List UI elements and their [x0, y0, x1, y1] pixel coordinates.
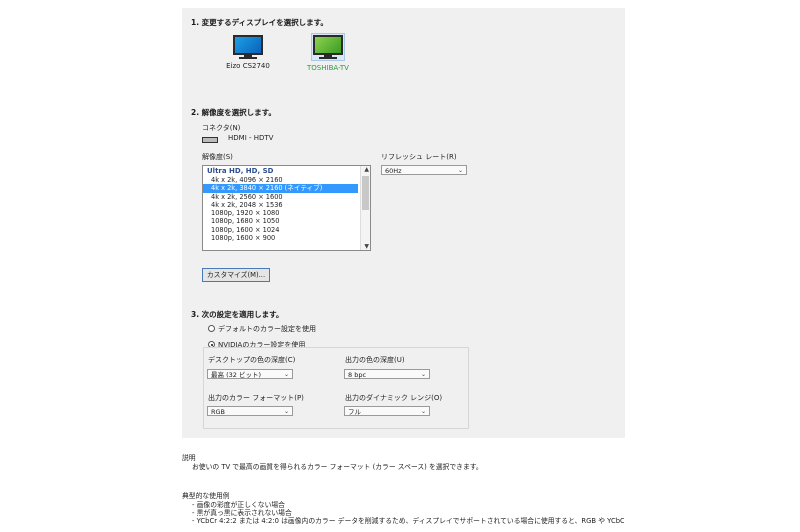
- customize-button[interactable]: カスタマイズ(M)...: [202, 268, 270, 282]
- resolution-option[interactable]: 1080p, 1600 × 900: [203, 234, 370, 242]
- output-format-select[interactable]: RGB ⌄: [207, 406, 293, 416]
- section2-heading: 2. 解像度を選択します。: [191, 108, 276, 117]
- chevron-down-icon: ⌄: [420, 371, 426, 378]
- resolution-group-header: Ultra HD, HD, SD: [207, 167, 274, 175]
- refresh-rate-select[interactable]: 60Hz ⌄: [381, 165, 467, 175]
- output-range-value: フル: [348, 408, 361, 416]
- usage-item: - YCbCr 4:2:2 または 4:2:0 は画像内のカラー データを削減す…: [192, 517, 624, 525]
- resolution-option[interactable]: 1080p, 1680 × 1050: [203, 217, 370, 225]
- output-range-select[interactable]: フル ⌄: [344, 406, 430, 416]
- resolution-option[interactable]: 1080p, 1920 × 1080: [203, 209, 370, 217]
- radio-default-color[interactable]: [208, 325, 215, 332]
- description-text: お使いの TV で最高の画質を得られるカラー フォーマット (カラー スペース)…: [192, 463, 483, 471]
- scroll-up-icon[interactable]: ▲: [364, 166, 369, 173]
- section1-heading: 1. 変更するディスプレイを選択します。: [191, 18, 328, 27]
- output-depth-select[interactable]: 8 bpc ⌄: [344, 369, 430, 379]
- desktop-depth-value: 最高 (32 ビット): [211, 371, 261, 379]
- resolution-option-selected[interactable]: 4k x 2k, 3840 × 2160 (ネイティブ): [203, 184, 358, 193]
- refresh-rate-value: 60Hz: [385, 167, 402, 175]
- section3-heading: 3. 次の設定を適用します。: [191, 310, 284, 319]
- refresh-rate-label: リフレッシュ レート(R): [381, 153, 457, 161]
- chevron-down-icon: ⌄: [283, 408, 289, 415]
- resolution-option[interactable]: 4k x 2k, 2048 × 1536: [203, 201, 370, 209]
- desktop-depth-label: デスクトップの色の深度(C): [208, 356, 296, 364]
- monitor-label: TOSHIBA-TV: [307, 64, 349, 72]
- hdmi-connector-icon: [202, 137, 218, 143]
- output-range-label: 出力のダイナミック レンジ(O): [345, 394, 443, 402]
- scrollbar-thumb[interactable]: [362, 176, 369, 210]
- connector-label: コネクタ(N): [202, 124, 241, 132]
- monitor-eizo[interactable]: Eizo CS2740: [213, 35, 283, 70]
- output-depth-value: 8 bpc: [348, 371, 367, 379]
- monitor-label: Eizo CS2740: [226, 62, 270, 70]
- output-depth-label: 出力の色の深度(U): [345, 356, 405, 364]
- resolution-option[interactable]: 1080p, 1600 × 1024: [203, 226, 370, 234]
- chevron-down-icon: ⌄: [283, 371, 289, 378]
- desktop-depth-select[interactable]: 最高 (32 ビット) ⌄: [207, 369, 293, 379]
- resolution-label: 解像度(S): [202, 153, 233, 161]
- output-format-label: 出力のカラー フォーマット(P): [208, 394, 304, 402]
- chevron-down-icon: ⌄: [457, 167, 463, 174]
- monitor-icon: [233, 35, 263, 59]
- scroll-down-icon[interactable]: ▼: [364, 243, 369, 250]
- tv-icon: [311, 33, 345, 61]
- monitor-toshiba-tv[interactable]: TOSHIBA-TV: [293, 33, 363, 72]
- output-format-value: RGB: [211, 408, 226, 416]
- resolution-option[interactable]: 4k x 2k, 2560 × 1600: [203, 193, 370, 201]
- chevron-down-icon: ⌄: [420, 408, 426, 415]
- radio-default-label: デフォルトのカラー設定を使用: [218, 325, 316, 333]
- listbox-scrollbar[interactable]: ▲ ▼: [360, 166, 370, 250]
- resolution-listbox[interactable]: Ultra HD, HD, SD 4k x 2k, 4096 × 2160 4k…: [202, 165, 371, 251]
- connector-value: HDMI - HDTV: [228, 134, 274, 142]
